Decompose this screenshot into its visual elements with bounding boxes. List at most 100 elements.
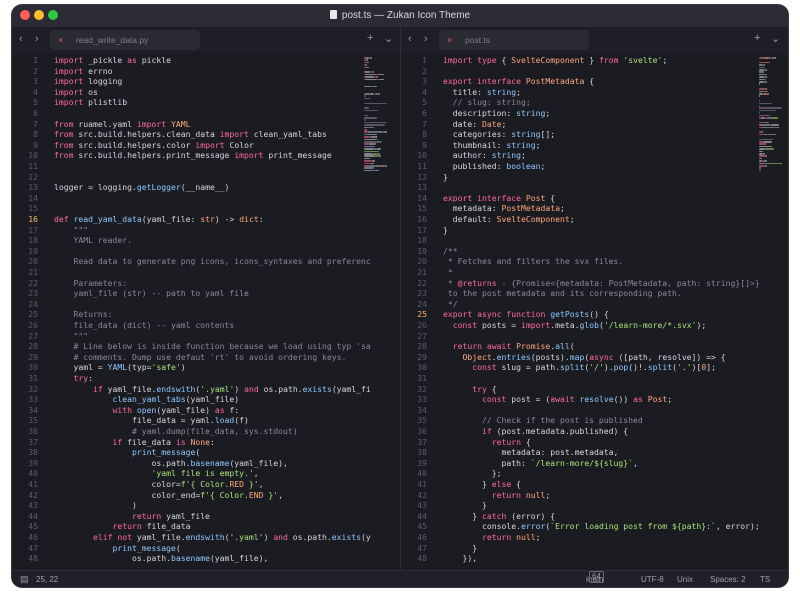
code-line[interactable]: 20 * Fetches and filters the svx files.: [401, 256, 623, 267]
code-line[interactable]: 48 os.path.basename(yaml_file),: [12, 553, 268, 564]
code-line[interactable]: 3 import logging: [12, 76, 122, 87]
code-line[interactable]: 22 * @returns - {Promise<{metadata: Post…: [401, 278, 760, 289]
code-line[interactable]: 46 return null;: [401, 532, 540, 543]
forward-icon[interactable]: ›: [424, 33, 428, 45]
code-line[interactable]: 13: [401, 182, 443, 193]
code-line[interactable]: 4 import os: [12, 87, 98, 98]
code-line[interactable]: 21 *: [401, 267, 453, 278]
code-line[interactable]: 5 // slug: string;: [401, 97, 531, 108]
code-line[interactable]: 29 # comments. Dump use defaut 'rt' to a…: [12, 352, 346, 363]
code-line[interactable]: 10 from src.build.helpers.print_message i…: [12, 150, 332, 161]
code-line[interactable]: 15: [12, 203, 54, 214]
code-line[interactable]: 1 import type { SvelteComponent } from 's…: [401, 55, 667, 66]
indentation[interactable]: Spaces: 2: [710, 571, 746, 587]
code-line[interactable]: 29 Object.entries(posts).map(async ([pat…: [401, 352, 725, 363]
code-line[interactable]: 45 return file_data: [12, 521, 190, 532]
code-line[interactable]: 21: [12, 267, 54, 278]
code-line[interactable]: 5 import plistlib: [12, 97, 127, 108]
code-line[interactable]: 16 default: SvelteComponent;: [401, 214, 574, 225]
syntax-mode[interactable]: TS: [760, 571, 770, 587]
code-line[interactable]: 26 const posts = import.meta.glob('/lear…: [401, 320, 706, 331]
new-tab-icon[interactable]: +: [754, 32, 760, 44]
code-line[interactable]: 8 from src.build.helpers.clean_data impor…: [12, 129, 327, 140]
code-line[interactable]: 41 } else {: [401, 479, 521, 490]
code-line[interactable]: 8 categories: string[];: [401, 129, 555, 140]
code-line[interactable]: 17 """: [12, 225, 88, 236]
code-line[interactable]: 35 // Check if the post is published: [401, 415, 643, 426]
chevron-down-icon[interactable]: ⌄: [771, 32, 780, 45]
code-line[interactable]: 9 from src.build.helpers.color import Col…: [12, 140, 254, 151]
code-line[interactable]: 17}: [401, 225, 448, 236]
sidebar-toggle-icon[interactable]: ▤: [20, 571, 29, 587]
code-line[interactable]: 19 /**: [401, 246, 457, 257]
code-line[interactable]: 38 print_message(: [12, 447, 200, 458]
code-line[interactable]: 24: [12, 299, 54, 310]
code-line[interactable]: 47 }: [401, 543, 477, 554]
code-line[interactable]: 14 export interface Post {: [401, 193, 555, 204]
chevron-down-icon[interactable]: ⌄: [384, 32, 393, 45]
code-line[interactable]: 18: [401, 235, 443, 246]
close-window-button[interactable]: [20, 10, 30, 20]
code-line[interactable]: 6: [12, 108, 54, 119]
code-line[interactable]: 42 color_end=f'{ Color.END }',: [12, 490, 283, 501]
code-line[interactable]: 30 yaml = YAML(typ='safe'): [12, 362, 185, 373]
code-line[interactable]: 34: [401, 405, 443, 416]
code-line[interactable]: 24 */: [401, 299, 457, 310]
code-line[interactable]: 4 title: string;: [401, 87, 521, 98]
code-line[interactable]: 37 return {: [401, 437, 530, 448]
right-editor-pane[interactable]: 1 import type { SvelteComponent } from 's…: [401, 53, 788, 570]
code-line[interactable]: 12: [12, 172, 54, 183]
code-line[interactable]: 38 metadata: post.metadata,: [401, 447, 618, 458]
code-line[interactable]: 11: [12, 161, 54, 172]
code-line[interactable]: 7 date: Date;: [401, 119, 506, 130]
back-icon[interactable]: ‹: [408, 33, 412, 45]
code-line[interactable]: 26 file_data (dict) -- yaml contents: [12, 320, 234, 331]
left-editor-pane[interactable]: 1 import _pickle as pickle 2 import errno 3 i…: [12, 53, 401, 570]
code-line[interactable]: 19: [12, 246, 54, 257]
minimap[interactable]: [759, 53, 785, 233]
tab-post-ts[interactable]: × post.ts: [439, 30, 589, 50]
code-line[interactable]: 33 const post = (await resolve()) as Pos…: [401, 394, 672, 405]
code-line[interactable]: 46 elif not yaml_file.endswith('.yaml') …: [12, 532, 371, 543]
code-line[interactable]: 48 }),: [401, 553, 477, 564]
code-line[interactable]: 22 Parameters:: [12, 278, 127, 289]
code-line[interactable]: 25 Returns:: [12, 309, 112, 320]
code-line[interactable]: 6 description: string;: [401, 108, 550, 119]
code-line[interactable]: 28 # Line below is inside function becau…: [12, 341, 371, 352]
code-line[interactable]: 12}: [401, 172, 448, 183]
code-line[interactable]: 40 'yaml file is empty.',: [12, 468, 258, 479]
code-line[interactable]: 34 with open(yaml_file) as f:: [12, 405, 239, 416]
tab-read-write-data[interactable]: × read_write_data.py: [50, 30, 200, 50]
cursor-position[interactable]: 25, 22: [36, 571, 58, 587]
code-line[interactable]: 32 try {: [401, 384, 496, 395]
code-line[interactable]: 39 os.path.basename(yaml_file),: [12, 458, 288, 469]
code-line[interactable]: 27 """: [12, 331, 88, 342]
encoding[interactable]: UTF-8: [641, 571, 664, 587]
code-line[interactable]: 18 YAML reader.: [12, 235, 132, 246]
code-line[interactable]: 13 logger = logging.getLogger(__name__): [12, 182, 229, 193]
close-tab-icon[interactable]: ×: [58, 30, 63, 50]
code-line[interactable]: 23 to the post metadata and its correspo…: [401, 288, 682, 299]
code-line[interactable]: 28 return await Promise.all(: [401, 341, 574, 352]
code-line[interactable]: 27: [401, 331, 443, 342]
code-line[interactable]: 20 Read data to generate png icons, icon…: [12, 256, 371, 267]
code-line[interactable]: 32 if yaml_file.endswith('.yaml') and os…: [12, 384, 371, 395]
code-line[interactable]: 3 export interface PostMetadata {: [401, 76, 594, 87]
line-endings[interactable]: Unix: [677, 571, 693, 587]
code-line[interactable]: 1 import _pickle as pickle: [12, 55, 171, 66]
code-line[interactable]: 36 # yaml.dump(file_data, sys.stdout): [12, 426, 297, 437]
code-line[interactable]: 15 metadata: PostMetadata;: [401, 203, 565, 214]
code-line[interactable]: 11 published: boolean;: [401, 161, 545, 172]
code-line[interactable]: 41 color=f'{ Color.RED }',: [12, 479, 263, 490]
code-line[interactable]: 40 };: [401, 468, 501, 479]
code-line[interactable]: 30 const slug = path.split('/').pop()!.s…: [401, 362, 716, 373]
minimap[interactable]: [364, 53, 390, 233]
forward-icon[interactable]: ›: [35, 33, 39, 45]
maximize-window-button[interactable]: [48, 10, 58, 20]
code-line[interactable]: 7 from ruamel.yaml import YAML: [12, 119, 190, 130]
code-line[interactable]: 47 print_message(: [12, 543, 180, 554]
code-line[interactable]: 10 author: string;: [401, 150, 526, 161]
code-line[interactable]: 39 path: `/learn-more/${slug}`,: [401, 458, 638, 469]
back-icon[interactable]: ‹: [19, 33, 23, 45]
code-line[interactable]: 33 clean_yaml_tabs(yaml_file): [12, 394, 239, 405]
